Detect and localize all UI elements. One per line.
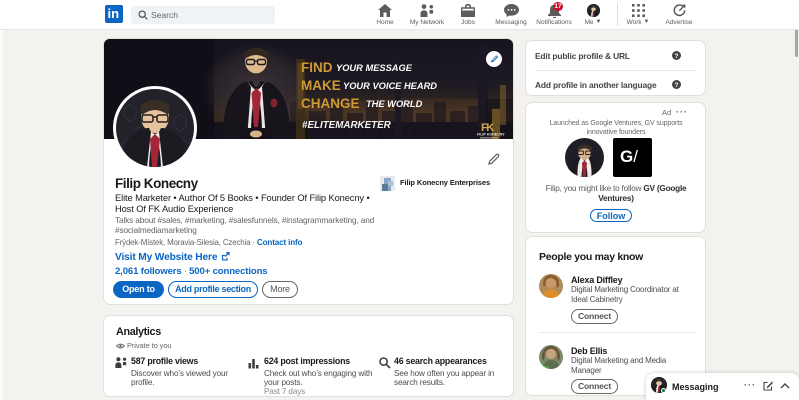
svg-text:THE WORLD: THE WORLD [366,99,423,109]
svg-text:CHANGE: CHANGE [301,96,360,111]
svg-text:#ELITEMARKETER: #ELITEMARKETER [302,120,392,131]
svg-text:?: ? [675,82,679,89]
svg-text:FIND: FIND [301,60,333,75]
svg-text:YOUR MESSAGE: YOUR MESSAGE [336,63,413,73]
svg-text:YOUR VOICE HEARD: YOUR VOICE HEARD [343,81,437,91]
svg-text:?: ? [675,53,679,60]
svg-text:FILIP KONECNY: FILIP KONECNY [477,133,505,137]
svg-text:MAKE: MAKE [301,78,341,93]
